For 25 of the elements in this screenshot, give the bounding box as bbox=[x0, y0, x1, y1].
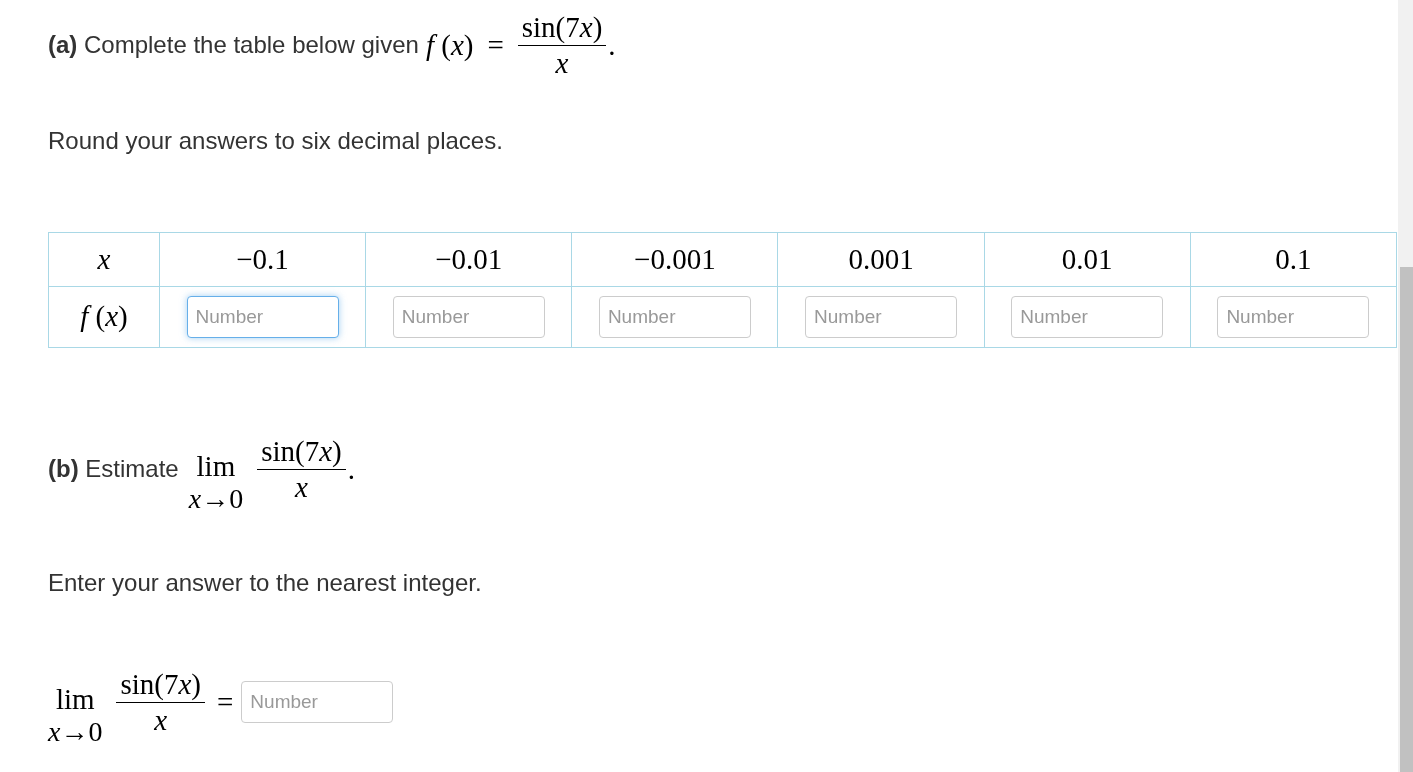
scrollbar[interactable] bbox=[1398, 0, 1413, 772]
table-header-cell: 0.1 bbox=[1190, 232, 1397, 287]
math-formula: f (x) = sin(7x) x . bbox=[425, 12, 616, 79]
number-input-field[interactable]: Number bbox=[1217, 295, 1370, 338]
number-input-field[interactable]: Number bbox=[805, 295, 958, 338]
question-text: (b) Estimate bbox=[48, 455, 179, 484]
question-text: (a) Complete the table below given bbox=[48, 31, 419, 60]
table-header-cell: −0.001 bbox=[571, 232, 778, 287]
scrollbar-thumb[interactable] bbox=[1400, 267, 1413, 772]
number-input-field[interactable]: Number bbox=[186, 295, 339, 338]
number-input-field[interactable]: Number bbox=[392, 295, 545, 338]
instruction-text: Round your answers to six decimal places. bbox=[48, 126, 504, 155]
math-formula: lim x→0 sin(7x) x bbox=[48, 658, 205, 746]
instruction-text: Enter your answer to the nearest integer. bbox=[48, 568, 483, 597]
table-row-label: f (x) bbox=[48, 286, 160, 348]
math-formula: lim x→0 sin(7x) x . bbox=[188, 433, 355, 513]
number-input-field[interactable]: Number bbox=[1011, 295, 1164, 338]
table-header-cell: −0.01 bbox=[365, 232, 572, 287]
table-header-cell: x bbox=[48, 232, 160, 287]
table-header-cell: −0.1 bbox=[159, 232, 366, 287]
number-input-field[interactable]: Number bbox=[598, 295, 751, 338]
number-input-field[interactable]: Number bbox=[241, 681, 394, 724]
table-header-cell: 0.001 bbox=[777, 232, 985, 287]
equals-sign: = bbox=[217, 685, 234, 719]
table-header-cell: 0.01 bbox=[984, 232, 1191, 287]
